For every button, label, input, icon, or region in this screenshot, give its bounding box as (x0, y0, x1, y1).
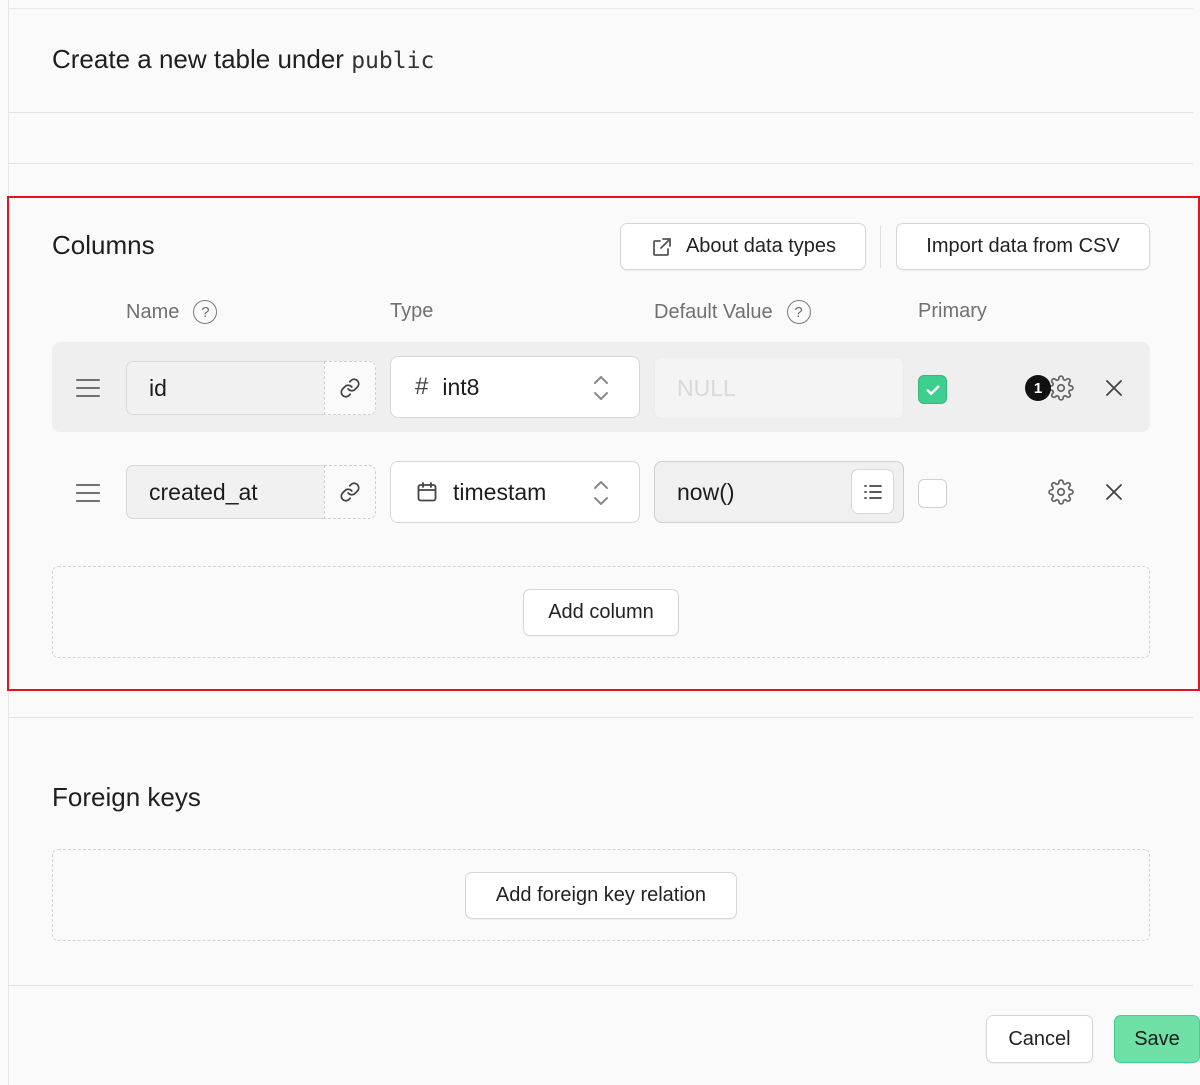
column-header-default-label: Default Value (654, 300, 773, 323)
link-icon (340, 378, 360, 398)
column-type-select[interactable]: # int8 (390, 356, 640, 418)
column-header-default: Default Value ? (654, 300, 811, 324)
primary-key-checkbox[interactable] (918, 479, 947, 508)
header-divider (8, 112, 1193, 113)
save-label: Save (1134, 1027, 1180, 1050)
annotation-badge: 1 (1025, 375, 1051, 401)
drag-handle-icon[interactable] (76, 379, 100, 399)
add-foreign-key-label: Add foreign key relation (495, 884, 707, 906)
calendar-icon (417, 482, 437, 502)
about-data-types-button[interactable]: About data types (620, 223, 866, 270)
suggestions-menu-button[interactable] (851, 469, 894, 514)
page-title: Create a new table under public (52, 44, 434, 75)
footer-divider (8, 985, 1193, 986)
column-type-select[interactable]: timestam (390, 461, 640, 523)
check-icon (926, 384, 939, 395)
columns-title: Columns (52, 230, 155, 260)
list-icon (863, 484, 882, 499)
section-divider (8, 717, 1193, 718)
help-icon[interactable]: ? (193, 300, 218, 324)
drag-handle-icon[interactable] (76, 484, 100, 504)
column-type-value: int8 (442, 373, 480, 400)
gear-icon[interactable] (1048, 479, 1074, 505)
import-csv-button[interactable]: Import data from CSV (896, 223, 1150, 270)
column-header-name-label: Name (126, 300, 180, 323)
section-divider (8, 163, 1193, 164)
add-column-label: Add column (548, 601, 654, 623)
schema-name: public (351, 48, 435, 74)
save-button[interactable]: Save (1114, 1015, 1200, 1063)
column-header-primary: Primary (918, 300, 987, 323)
column-header-type-label: Type (390, 300, 434, 322)
about-data-types-label: About data types (685, 235, 837, 257)
close-icon[interactable] (1104, 482, 1124, 502)
column-name-input[interactable]: created_at (126, 465, 326, 519)
column-header-type: Type (390, 300, 433, 323)
link-icon (340, 482, 360, 502)
foreign-key-link-button[interactable] (324, 465, 376, 519)
primary-key-checkbox[interactable] (918, 375, 947, 404)
chevron-up-down-icon (594, 481, 608, 505)
help-icon[interactable]: ? (786, 300, 811, 324)
column-header-primary-label: Primary (918, 300, 987, 322)
gear-icon[interactable] (1048, 375, 1074, 401)
cancel-button[interactable]: Cancel (986, 1015, 1093, 1063)
column-type-value: timestam (453, 478, 547, 505)
column-name-input[interactable]: id (126, 361, 326, 415)
default-value-text: now() (677, 478, 735, 505)
close-icon[interactable] (1104, 378, 1124, 398)
foreign-key-link-button[interactable] (324, 361, 376, 415)
add-column-button[interactable]: Add column (523, 589, 679, 636)
import-csv-label: Import data from CSV (926, 235, 1120, 257)
add-foreign-key-button[interactable]: Add foreign key relation (465, 872, 737, 919)
column-header-name: Name ? (126, 300, 218, 324)
hash-icon: # (415, 373, 429, 400)
page-title-text: Create a new table under (52, 44, 344, 74)
default-value-input[interactable]: NULL (654, 357, 904, 419)
external-link-icon (653, 237, 671, 256)
foreign-keys-title: Foreign keys (52, 782, 201, 812)
cancel-label: Cancel (1008, 1027, 1071, 1050)
toolbar-separator (880, 226, 881, 268)
top-divider (8, 8, 1193, 9)
chevron-up-down-icon (594, 376, 608, 400)
